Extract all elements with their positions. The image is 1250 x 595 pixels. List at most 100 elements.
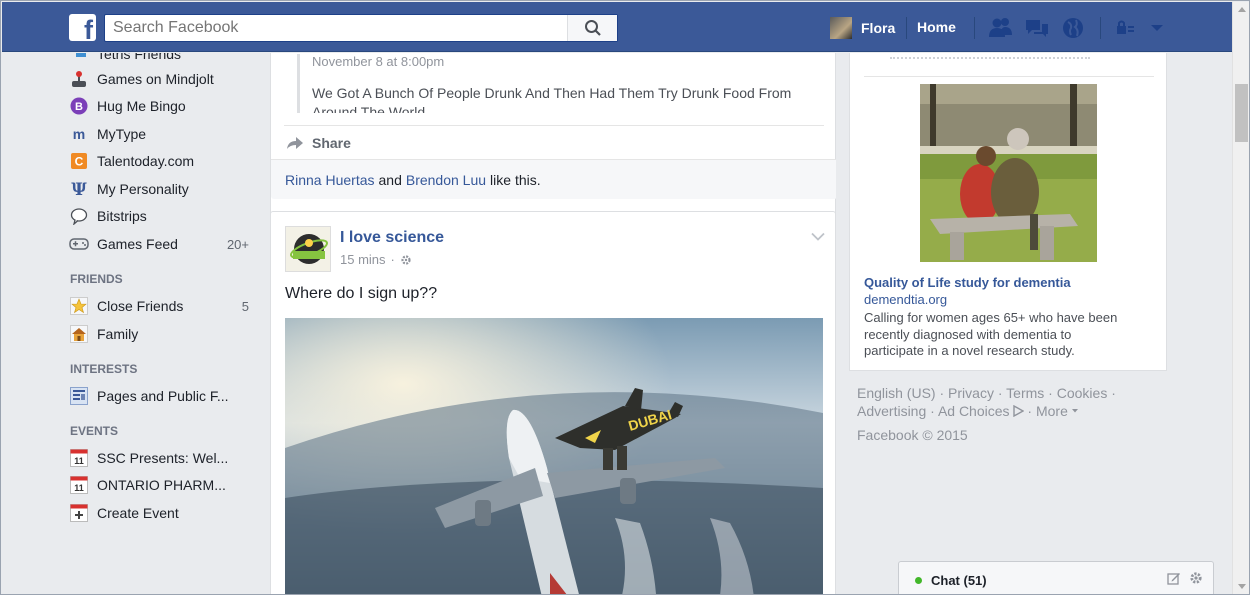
post-text: Where do I sign up?? xyxy=(285,285,438,302)
interests-heading: INTERESTS xyxy=(70,362,138,376)
shared-post-footer: Share Rinna Huertas and Brendon Luu like… xyxy=(270,113,836,219)
right-column: Quality of Life study for dementia demen… xyxy=(849,53,1167,594)
privacy-lock-icon[interactable] xyxy=(1112,16,1138,40)
notifications-globe-icon[interactable] xyxy=(1060,16,1086,40)
calendar-icon: 11 xyxy=(69,476,89,494)
svg-text:11: 11 xyxy=(74,483,84,493)
ad-image[interactable] xyxy=(920,84,1097,262)
profile-link[interactable]: Flora xyxy=(830,16,895,40)
truncated-previous-ad xyxy=(890,53,1090,59)
more-chevron-down-icon xyxy=(1071,409,1078,413)
facebook-logo[interactable]: f xyxy=(69,14,96,44)
calendar-icon: 11 xyxy=(69,449,89,467)
top-navigation-bar: f Flora Home xyxy=(2,2,1232,52)
sidebar-item-hug-me-bingo[interactable]: B Hug Me Bingo xyxy=(69,95,259,117)
star-icon xyxy=(69,297,89,315)
search-button[interactable] xyxy=(567,15,617,41)
sidebar-item-talentoday[interactable]: C Talentoday.com xyxy=(69,150,259,172)
search-input[interactable] xyxy=(105,15,565,41)
chat-settings-gear-icon[interactable] xyxy=(1189,571,1203,585)
divider xyxy=(864,76,1154,77)
left-sidebar: Tetris Friends Games on Mindjolt B Hug M… xyxy=(1,53,269,594)
ad-title-link[interactable]: Quality of Life study for dementia xyxy=(864,275,1071,290)
footer-link-ad-choices[interactable]: Ad Choices xyxy=(938,403,1010,419)
scroll-thumb[interactable] xyxy=(1235,84,1248,142)
shared-post-time: November 8 at 8:00pm xyxy=(312,54,445,69)
svg-text:Ψ: Ψ xyxy=(71,180,87,198)
audience-gear-icon[interactable] xyxy=(400,254,412,266)
mytype-icon: m xyxy=(69,125,89,143)
svg-text:m: m xyxy=(73,127,85,141)
footer-link-privacy[interactable]: Privacy xyxy=(948,385,994,401)
sidebar-item-event-ontario-pharm[interactable]: 11 ONTARIO PHARM... xyxy=(69,474,259,496)
account-menu-chevron-down-icon[interactable] xyxy=(1144,16,1170,40)
footer-link-more[interactable]: More xyxy=(1036,403,1068,419)
copyright: Facebook © 2015 xyxy=(857,427,968,443)
svg-text:11: 11 xyxy=(74,456,84,466)
sidebar-item-close-friends[interactable]: Close Friends 5 xyxy=(69,295,259,317)
avatar xyxy=(830,17,852,39)
sidebar-item-my-personality[interactable]: Ψ My Personality xyxy=(69,178,259,200)
footer-link-terms[interactable]: Terms xyxy=(1006,385,1044,401)
events-heading: EVENTS xyxy=(70,424,119,438)
footer-link-language[interactable]: English (US) xyxy=(857,385,936,401)
search-icon xyxy=(584,20,601,36)
bingo-icon: B xyxy=(69,97,89,115)
chat-actions xyxy=(1167,571,1203,585)
chat-label: Chat (51) xyxy=(931,573,987,588)
liker-link[interactable]: Brendon Luu xyxy=(406,172,486,188)
chat-tab[interactable]: Chat (51) xyxy=(898,561,1214,594)
sidebar-item-family[interactable]: Family xyxy=(69,323,259,345)
footer-links: English (US) · Privacy · Terms · Cookies… xyxy=(857,385,1116,419)
gamepad-icon xyxy=(69,235,89,253)
sidebar-item-event-ssc-presents[interactable]: 11 SSC Presents: Wel... xyxy=(69,447,259,469)
psi-icon: Ψ xyxy=(69,180,89,198)
sidebar-item-mytype[interactable]: m MyType xyxy=(69,123,259,145)
post-photo[interactable]: DUBAI xyxy=(285,318,823,594)
post-time[interactable]: 15 mins xyxy=(340,252,386,267)
feed-icon xyxy=(69,387,89,405)
sidebar-item-bitstrips[interactable]: Bitstrips xyxy=(69,205,259,227)
profile-name: Flora xyxy=(861,20,896,36)
ad-choices-icon[interactable] xyxy=(1012,404,1024,418)
sidebar-item-pages-and-public-figures[interactable]: Pages and Public F... xyxy=(69,385,259,407)
sidebar-item-games-feed[interactable]: Games Feed 20+ xyxy=(69,233,259,255)
create-event-button[interactable]: Create Event xyxy=(69,502,259,524)
compose-message-icon[interactable] xyxy=(1167,571,1181,585)
news-feed: November 8 at 8:00pm We Got A Bunch Of P… xyxy=(270,53,836,594)
scroll-down-arrow-icon[interactable] xyxy=(1238,584,1246,589)
plus-calendar-icon xyxy=(69,504,89,522)
nav-divider xyxy=(906,17,907,39)
nav-divider xyxy=(974,17,975,39)
post-options-chevron-down-icon[interactable] xyxy=(811,228,825,244)
post-meta: 15 mins · xyxy=(340,252,412,267)
liker-link[interactable]: Rinna Huertas xyxy=(285,172,375,188)
svg-text:B: B xyxy=(75,101,83,113)
footer-link-advertising[interactable]: Advertising xyxy=(857,403,926,419)
share-button[interactable]: Share xyxy=(284,125,824,159)
house-icon xyxy=(69,325,89,343)
post-card: I love science 15 mins · Where do I sign… xyxy=(270,211,836,594)
sidebar-item-games-on-mindjolt[interactable]: Games on Mindjolt xyxy=(69,68,259,90)
likes-summary: Rinna Huertas and Brendon Luu like this. xyxy=(271,159,836,199)
ad-domain-link[interactable]: demendtia.org xyxy=(864,292,947,307)
friend-requests-icon[interactable] xyxy=(988,16,1014,40)
messages-icon[interactable] xyxy=(1024,16,1050,40)
online-status-icon xyxy=(915,577,922,584)
ad-description: Calling for women ages 65+ who have been… xyxy=(864,310,1118,358)
talentoday-icon: C xyxy=(69,152,89,170)
games-feed-count: 20+ xyxy=(226,236,249,252)
scroll-up-arrow-icon[interactable] xyxy=(1238,7,1246,12)
page-avatar[interactable] xyxy=(285,226,331,272)
footer-link-cookies[interactable]: Cookies xyxy=(1057,385,1108,401)
speech-bubble-icon xyxy=(69,207,89,225)
page-scrollbar[interactable] xyxy=(1232,2,1249,594)
home-link[interactable]: Home xyxy=(917,19,956,35)
browser-viewport: f Flora Home xyxy=(0,0,1250,595)
joystick-icon xyxy=(69,70,89,88)
shared-link-preview[interactable]: November 8 at 8:00pm We Got A Bunch Of P… xyxy=(297,54,797,122)
search-box[interactable] xyxy=(104,14,618,42)
sidebar-item-tetris-friends[interactable]: Tetris Friends xyxy=(69,53,259,65)
page-name-link[interactable]: I love science xyxy=(340,229,444,247)
share-arrow-icon xyxy=(287,136,303,149)
